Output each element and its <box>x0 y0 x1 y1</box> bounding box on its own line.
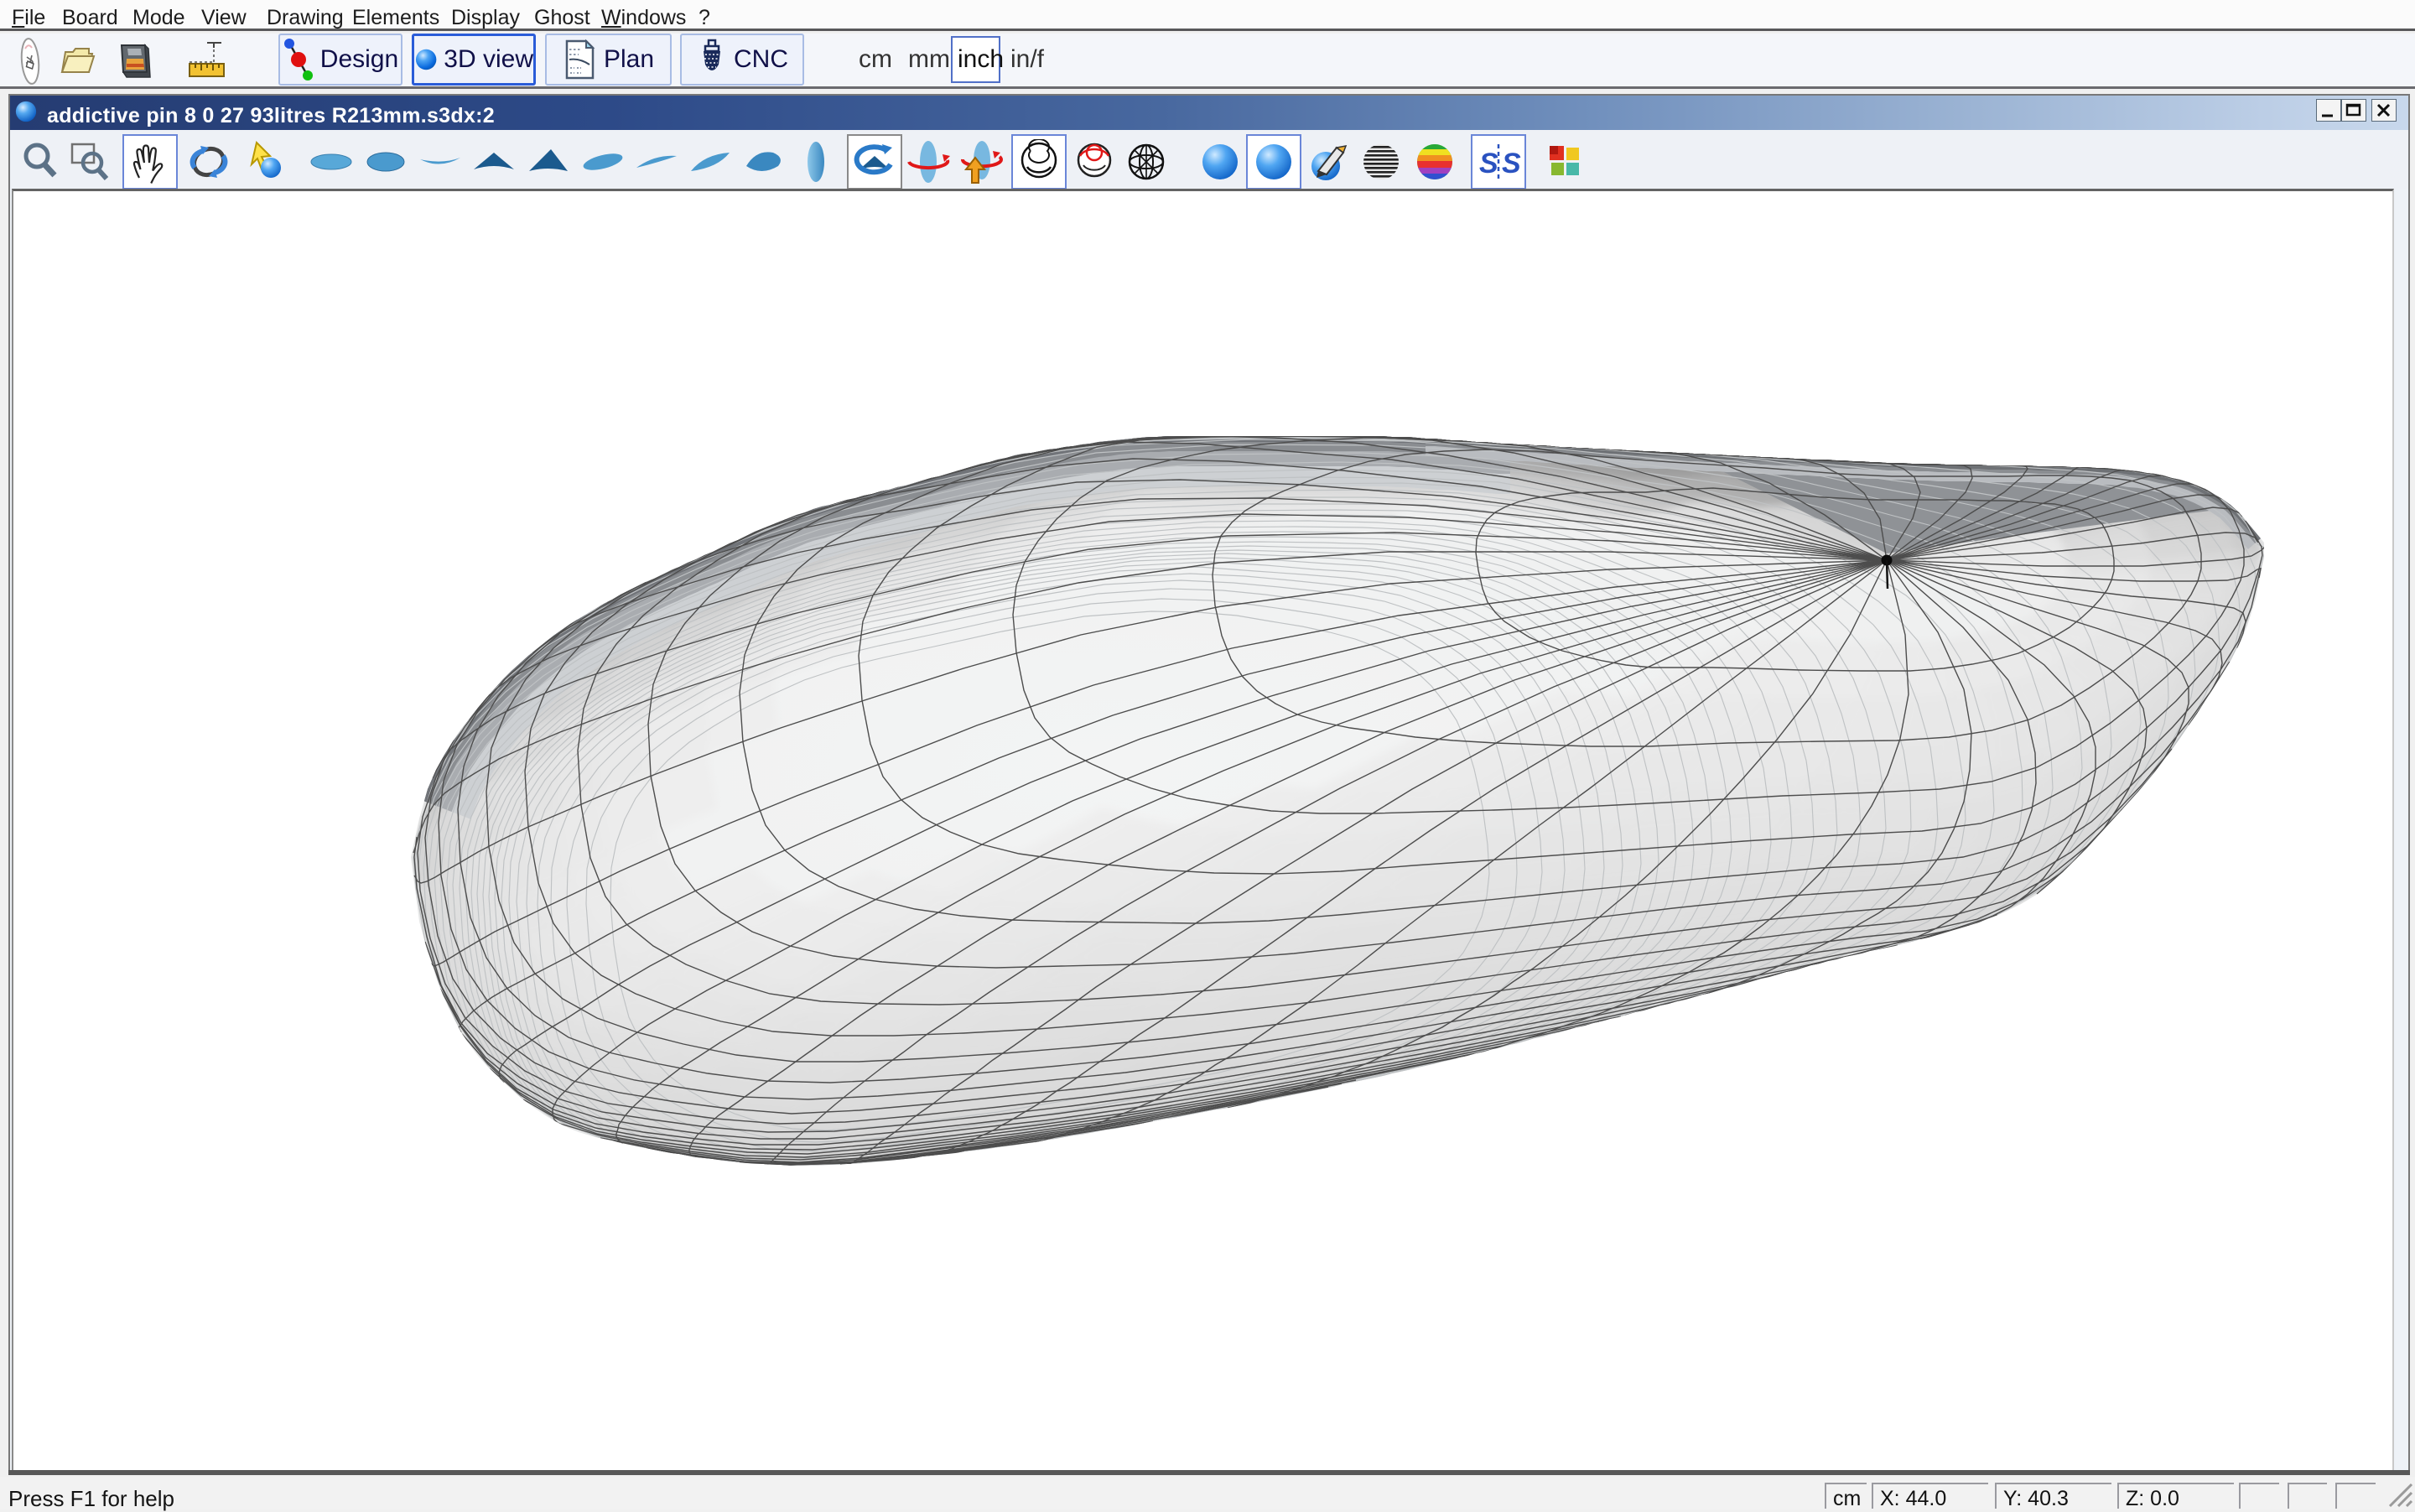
svg-text:S: S <box>1502 148 1521 179</box>
svg-text:S: S <box>1479 148 1498 179</box>
